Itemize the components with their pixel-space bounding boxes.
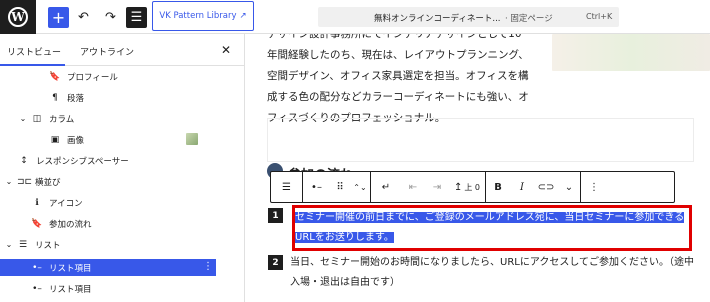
document-type: · 固定ページ — [505, 14, 553, 24]
command-shortcut-hint: Ctrl+K — [586, 12, 613, 21]
bold-button[interactable]: B — [486, 172, 510, 202]
external-link-icon: ↗ — [239, 11, 247, 21]
list-view-item-label: プロフィール — [67, 72, 118, 83]
line-height-icon: ↥ — [453, 181, 463, 193]
list-view-item-columns[interactable]: ⌄ ◫ カラム — [0, 110, 222, 127]
list-item-icon: •– — [32, 262, 42, 273]
drag-handle-icon[interactable]: ⠿ — [330, 172, 350, 202]
bio-line: 年間経験したのち、現在は、レイアウトプランニング、 — [267, 49, 529, 61]
list-view-item-profile[interactable]: 🔖 プロフィール — [0, 68, 222, 85]
list-view-item-paragraph[interactable]: ¶ 段落 — [0, 89, 222, 106]
chevron-down-icon[interactable]: ⌄ — [4, 240, 14, 249]
paragraph-icon: ¶ — [52, 92, 58, 103]
tab-list-view[interactable]: リストビュー — [7, 45, 61, 58]
list-view-item-label: 参加の流れ — [49, 219, 92, 230]
spacer-block[interactable] — [267, 118, 694, 162]
columns-icon: ◫ — [32, 113, 42, 124]
list-view-item-row[interactable]: ⌄ ⊐⊏ 横並び — [0, 173, 222, 190]
list-view-item-flow-heading[interactable]: 🔖 参加の流れ — [0, 215, 222, 232]
block-type-button[interactable]: ☰ — [271, 172, 302, 202]
add-block-button[interactable]: + — [48, 7, 69, 28]
image-thumbnail — [186, 133, 198, 145]
close-icon[interactable]: ✕ — [221, 43, 231, 57]
bookmark-icon: 🔖 — [49, 71, 61, 82]
editor-top-bar: W + ↶ ↷ ☰ VK Pattern Library ↗ 無料オンラインコー… — [0, 0, 710, 34]
wordpress-logo-button[interactable]: W — [0, 0, 36, 34]
list-view-item-label: リスト — [35, 240, 61, 251]
bio-paragraph[interactable]: デザイン設計事務所にてインテリアデザインとして10 年間経験したのち、現在は、レ… — [267, 34, 697, 129]
list-view-sidebar: リストビュー アウトライン ✕ 🔖 プロフィール ¶ 段落 ⌄ ◫ カラム ▣ … — [0, 34, 245, 302]
list-view-toggle-button[interactable]: ☰ — [126, 7, 147, 28]
list-view-item-label: 段落 — [67, 93, 85, 104]
row-icon: ⊐⊏ — [17, 176, 33, 187]
active-tab-indicator — [0, 64, 65, 66]
options-icon[interactable]: ⋮ — [203, 261, 213, 272]
chevron-down-icon[interactable]: ⌄ — [558, 172, 580, 202]
command-palette-bar[interactable]: 無料オンラインコーディネート... · 固定ページ Ctrl+K — [318, 7, 619, 27]
outdent-icon[interactable]: ↵ — [371, 172, 401, 202]
bookmark-icon: 🔖 — [31, 218, 43, 229]
chevron-down-icon[interactable]: ⌄ — [4, 177, 14, 186]
link-icon[interactable]: ⊂⊃ — [534, 172, 558, 202]
italic-button[interactable]: I — [510, 172, 534, 202]
move-up-down-icon[interactable]: ⌃⌄ — [350, 172, 370, 202]
line-height-control[interactable]: ↥ 上 0 — [449, 172, 485, 202]
image-icon: ▣ — [50, 134, 60, 145]
list-icon: ☰ — [18, 239, 28, 250]
list-view-item-label: リスト項目 — [49, 284, 92, 295]
list-view-item-list[interactable]: ⌄ ☰ リスト — [0, 236, 222, 253]
tab-outline[interactable]: アウトライン — [80, 45, 134, 58]
indent-right-icon[interactable]: ⇥ — [425, 172, 449, 202]
undo-button[interactable]: ↶ — [73, 7, 94, 28]
list-item-text[interactable]: 当日、セミナー開始のお時間になりましたら、URLにアクセスしてご参加ください。（… — [290, 253, 700, 293]
document-title: 無料オンラインコーディネート... — [374, 14, 501, 24]
list-view-item-list-item-selected[interactable]: •– リスト項目 ⋮ — [0, 259, 216, 276]
pattern-library-label: VK Pattern Library — [159, 11, 237, 21]
block-options-icon[interactable]: ⋮ — [581, 172, 607, 202]
line-height-value: 上 0 — [464, 182, 481, 192]
bio-line: 成する色の配分などカラーコーディネートにも強い、オ — [267, 91, 529, 103]
spacer-icon: ↕ — [20, 155, 28, 166]
list-view-item-label: 画像 — [67, 135, 85, 146]
chevron-down-icon[interactable]: ⌄ — [18, 114, 28, 123]
indent-left-icon[interactable]: ⇤ — [401, 172, 425, 202]
sidebar-tabs: リストビュー アウトライン ✕ — [0, 34, 245, 66]
list-item-icon: •– — [32, 283, 42, 294]
info-icon: ℹ — [35, 197, 39, 208]
editor-canvas: デザイン設計事務所にてインテリアデザインとして10 年間経験したのち、現在は、レ… — [246, 34, 710, 302]
list-view-item-icon[interactable]: ℹ アイコン — [0, 194, 222, 211]
bio-line: デザイン設計事務所にてインテリアデザインとして10 — [267, 34, 522, 40]
list-view-item-label: レスポンシブスペーサー — [36, 156, 129, 167]
wordpress-logo-icon: W — [8, 7, 28, 27]
list-view-item-label: 横並び — [35, 177, 61, 188]
list-item-text-selected[interactable]: セミナー開催の前日までに、ご登録のメールアドレス宛に、当日セミナーに参加できるU… — [295, 208, 689, 248]
list-item-text: セミナー開催の前日までに、ご登録のメールアドレス宛に、当日セミナーに参加できるU… — [295, 212, 685, 243]
block-toolbar: ☰ •– ⠿ ⌃⌄ ↵ ⇤ ⇥ ↥ 上 0 B I ⊂⊃ ⌄ ⋮ — [270, 171, 675, 203]
list-view-item-label: リスト項目 — [49, 263, 92, 274]
list-view-item-label: アイコン — [49, 198, 83, 209]
list-number-badge: 1 — [268, 208, 283, 223]
list-view-item-label: カラム — [49, 114, 75, 125]
list-view-item-image[interactable]: ▣ 画像 — [0, 131, 222, 148]
bio-line: 空間デザイン、オフィス家具選定を担当。オフィスを構 — [267, 70, 529, 82]
list-view-item-list-item[interactable]: •– リスト項目 — [0, 280, 222, 297]
list-number-badge: 2 — [268, 255, 283, 270]
redo-button[interactable]: ↷ — [100, 7, 121, 28]
list-item-icon[interactable]: •– — [303, 172, 330, 202]
list-view-item-responsive-spacer[interactable]: ↕ レスポンシブスペーサー — [0, 152, 222, 169]
pattern-library-button[interactable]: VK Pattern Library ↗ — [152, 1, 254, 31]
